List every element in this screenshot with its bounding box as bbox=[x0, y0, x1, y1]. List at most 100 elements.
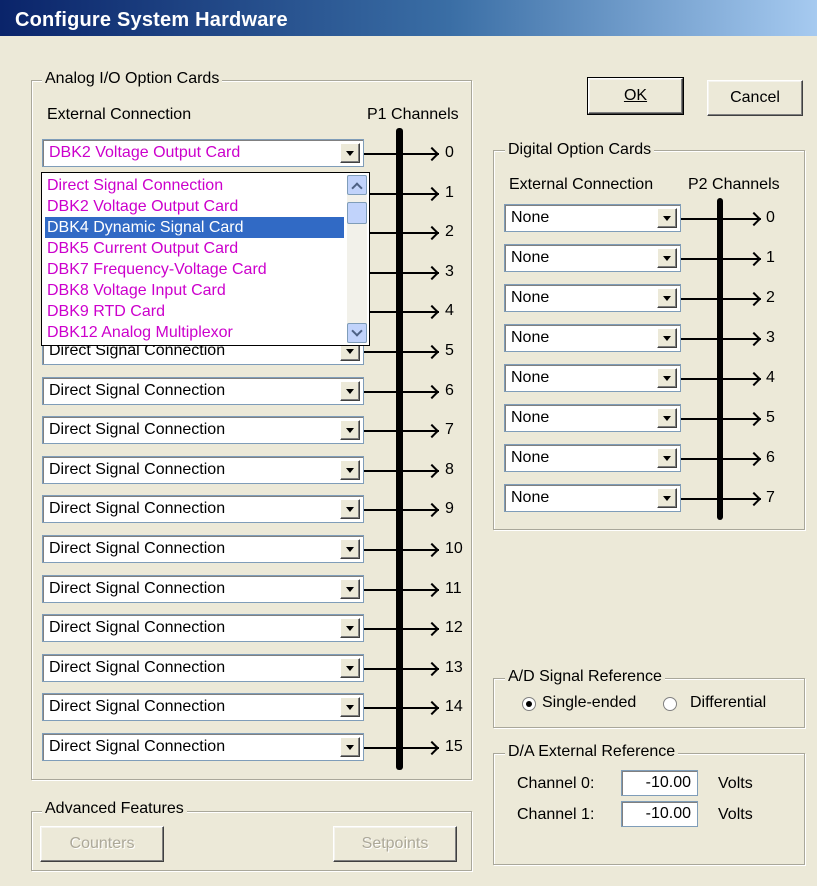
advanced-features-label: Advanced Features bbox=[42, 800, 187, 818]
digital-channel-combo[interactable]: None bbox=[504, 484, 681, 512]
scroll-down-button[interactable] bbox=[347, 323, 367, 343]
dropdown-option[interactable]: DBK5 Current Output Card bbox=[45, 238, 238, 259]
setpoints-button[interactable]: Setpoints bbox=[333, 826, 457, 862]
digital-channel-combo[interactable]: None bbox=[504, 204, 681, 232]
channel-1-unit: Volts bbox=[718, 806, 753, 823]
p1-channel-number: 14 bbox=[445, 698, 463, 715]
dropdown-arrow-icon[interactable] bbox=[657, 368, 677, 388]
ok-button[interactable]: OK bbox=[587, 77, 684, 115]
analog-channel-value: Direct Signal Connection bbox=[49, 382, 226, 399]
chevron-down-icon bbox=[351, 325, 363, 337]
analog-channel-value: Direct Signal Connection bbox=[49, 659, 226, 676]
digital-channel-value: None bbox=[511, 449, 550, 466]
analog-p1-channels-header: P1 Channels bbox=[367, 106, 459, 123]
dropdown-arrow-icon[interactable] bbox=[340, 381, 360, 401]
ad-signal-reference-label: A/D Signal Reference bbox=[505, 668, 665, 686]
dropdown-arrow-icon[interactable] bbox=[340, 499, 360, 519]
setpoints-button-label: Setpoints bbox=[361, 835, 429, 852]
p2-channel-number: 4 bbox=[766, 369, 775, 386]
single-ended-radio[interactable] bbox=[522, 697, 536, 711]
analog-channel-combo[interactable]: Direct Signal Connection bbox=[42, 693, 364, 721]
channel-0-volts-input[interactable]: -10.00 bbox=[621, 770, 698, 796]
digital-channel-bus bbox=[717, 198, 723, 520]
digital-channel-combo[interactable]: None bbox=[504, 404, 681, 432]
dropdown-arrow-icon[interactable] bbox=[340, 737, 360, 757]
dropdown-option[interactable]: DBK4 Dynamic Signal Card bbox=[45, 217, 344, 238]
analog-channel-combo[interactable]: Direct Signal Connection bbox=[42, 575, 364, 603]
digital-channel-value: None bbox=[511, 249, 550, 266]
p1-channel-number: 9 bbox=[445, 500, 454, 517]
digital-external-connection-header: External Connection bbox=[509, 176, 654, 193]
dropdown-arrow-icon[interactable] bbox=[340, 539, 360, 559]
digital-channel-value: None bbox=[511, 209, 550, 226]
p2-channel-number: 6 bbox=[766, 449, 775, 466]
p1-channel-number: 12 bbox=[445, 619, 463, 636]
p2-channel-number: 2 bbox=[766, 289, 775, 306]
analog-channel-combo[interactable]: Direct Signal Connection bbox=[42, 535, 364, 563]
dropdown-arrow-icon[interactable] bbox=[340, 658, 360, 678]
p1-channel-number: 5 bbox=[445, 342, 454, 359]
analog-channel-combo[interactable]: Direct Signal Connection bbox=[42, 495, 364, 523]
dropdown-arrow-icon[interactable] bbox=[657, 408, 677, 428]
cancel-button-label: Cancel bbox=[730, 89, 780, 106]
digital-channel-combo[interactable]: None bbox=[504, 244, 681, 272]
digital-channel-combo[interactable]: None bbox=[504, 284, 681, 312]
counters-button[interactable]: Counters bbox=[40, 826, 164, 862]
analog-channel-combo[interactable]: Direct Signal Connection bbox=[42, 377, 364, 405]
analog-channel-combo[interactable]: Direct Signal Connection bbox=[42, 416, 364, 444]
channel-0-unit: Volts bbox=[718, 775, 753, 792]
dropdown-arrow-icon[interactable] bbox=[657, 488, 677, 508]
single-ended-label[interactable]: Single-ended bbox=[542, 694, 636, 712]
p2-channel-number: 7 bbox=[766, 489, 775, 506]
channel-1-volts-input[interactable]: -10.00 bbox=[621, 801, 698, 827]
analog-channel-combo[interactable]: Direct Signal Connection bbox=[42, 614, 364, 642]
cancel-button[interactable]: Cancel bbox=[707, 80, 803, 116]
analog-channel-combo[interactable]: Direct Signal Connection bbox=[42, 654, 364, 682]
dropdown-arrow-icon[interactable] bbox=[340, 579, 360, 599]
dropdown-arrow-icon[interactable] bbox=[340, 460, 360, 480]
analog-io-group-label: Analog I/O Option Cards bbox=[42, 70, 223, 88]
dropdown-arrow-icon[interactable] bbox=[657, 208, 677, 228]
p1-channel-number: 7 bbox=[445, 421, 454, 438]
chevron-up-icon bbox=[351, 182, 363, 194]
dropdown-arrow-icon[interactable] bbox=[657, 328, 677, 348]
dropdown-arrow-icon[interactable] bbox=[340, 420, 360, 440]
dropdown-arrow-icon[interactable] bbox=[340, 618, 360, 638]
digital-channel-value: None bbox=[511, 329, 550, 346]
differential-label[interactable]: Differential bbox=[690, 694, 766, 712]
digital-channel-combo[interactable]: None bbox=[504, 364, 681, 392]
dropdown-arrow-icon[interactable] bbox=[340, 697, 360, 717]
dropdown-arrow-icon[interactable] bbox=[340, 143, 360, 163]
dropdown-option[interactable]: DBK8 Voltage Input Card bbox=[45, 280, 226, 301]
p2-channel-number: 5 bbox=[766, 409, 775, 426]
differential-radio[interactable] bbox=[663, 697, 677, 711]
p1-channel-number: 6 bbox=[445, 382, 454, 399]
p1-channel-number: 0 bbox=[445, 144, 454, 161]
channel-0-label: Channel 0: bbox=[517, 775, 595, 792]
p1-channel-number: 8 bbox=[445, 461, 454, 478]
p1-channel-number: 4 bbox=[445, 302, 454, 319]
dropdown-arrow-icon[interactable] bbox=[657, 248, 677, 268]
dropdown-scrollbar[interactable] bbox=[347, 175, 367, 343]
digital-channel-combo[interactable]: None bbox=[504, 324, 681, 352]
digital-channel-combo[interactable]: None bbox=[504, 444, 681, 472]
dropdown-option[interactable]: DBK7 Frequency-Voltage Card bbox=[45, 259, 267, 280]
dropdown-option[interactable]: Direct Signal Connection bbox=[45, 175, 223, 196]
digital-option-cards-label: Digital Option Cards bbox=[505, 141, 655, 159]
card-type-dropdown-list[interactable]: Direct Signal Connection DBK2 Voltage Out… bbox=[41, 172, 370, 346]
analog-channel-combo[interactable]: DBK2 Voltage Output Card bbox=[42, 139, 364, 167]
dropdown-option[interactable]: DBK9 RTD Card bbox=[45, 301, 165, 322]
window-title: Configure System Hardware bbox=[0, 0, 817, 36]
analog-channel-combo[interactable]: Direct Signal Connection bbox=[42, 456, 364, 484]
analog-channel-value: Direct Signal Connection bbox=[49, 421, 226, 438]
scroll-up-button[interactable] bbox=[347, 175, 367, 195]
dropdown-option[interactable]: DBK2 Voltage Output Card bbox=[45, 196, 238, 217]
analog-channel-combo[interactable]: Direct Signal Connection bbox=[42, 733, 364, 761]
dropdown-option[interactable]: DBK12 Analog Multiplexor bbox=[45, 322, 233, 343]
dropdown-arrow-icon[interactable] bbox=[657, 448, 677, 468]
p1-channel-number: 1 bbox=[445, 184, 454, 201]
analog-channel-value: Direct Signal Connection bbox=[49, 619, 226, 636]
digital-channel-value: None bbox=[511, 489, 550, 506]
scroll-thumb[interactable] bbox=[347, 202, 367, 224]
dropdown-arrow-icon[interactable] bbox=[657, 288, 677, 308]
